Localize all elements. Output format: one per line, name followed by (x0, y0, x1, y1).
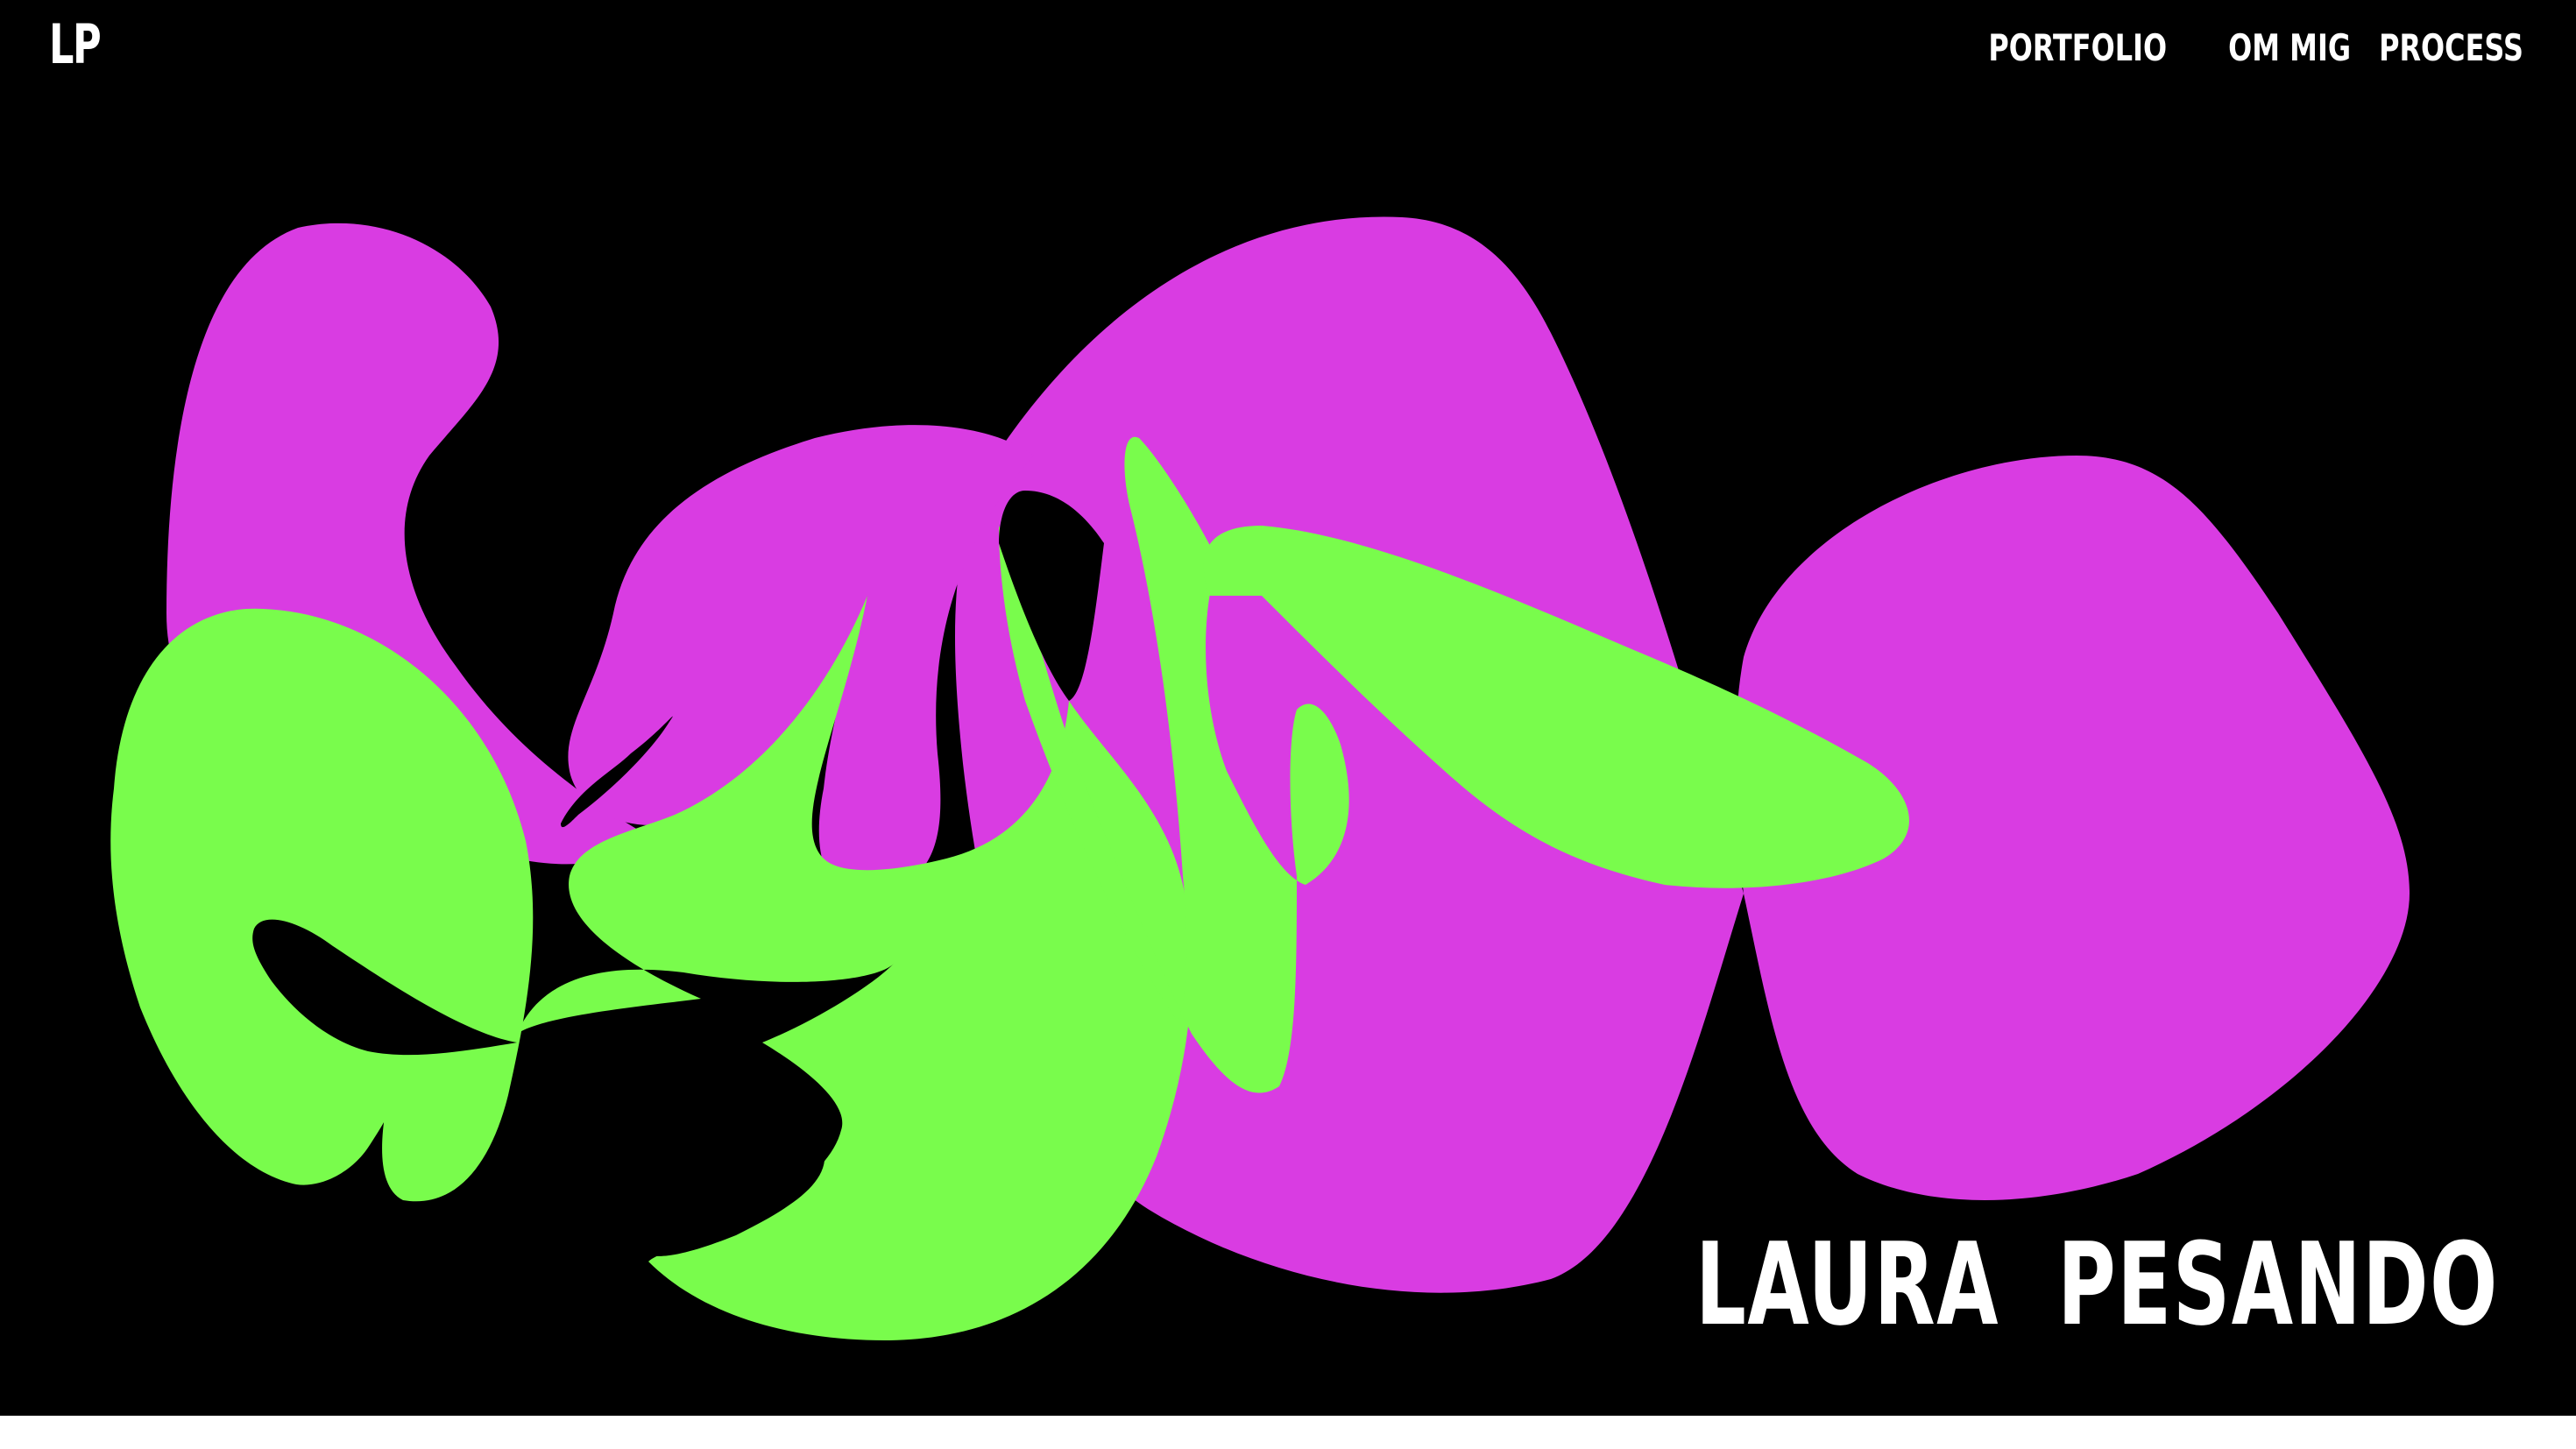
hero-section: LP PORTFOLIO OM MIG PROCESS LAURA PESAND… (0, 0, 2576, 1416)
logo-link[interactable]: LP (49, 12, 102, 76)
hero-abstract-artwork (110, 216, 2410, 1340)
nav-link-portfolio[interactable]: PORTFOLIO (1988, 26, 2167, 69)
nav-link-process[interactable]: PROCESS (2379, 26, 2523, 69)
main-nav: PORTFOLIO OM MIG PROCESS (1932, 26, 2523, 69)
nav-link-om-mig[interactable]: OM MIG (2228, 26, 2351, 69)
bottom-strip (0, 1416, 2576, 1449)
hero-title: LAURA PESANDO (1695, 1218, 2499, 1351)
